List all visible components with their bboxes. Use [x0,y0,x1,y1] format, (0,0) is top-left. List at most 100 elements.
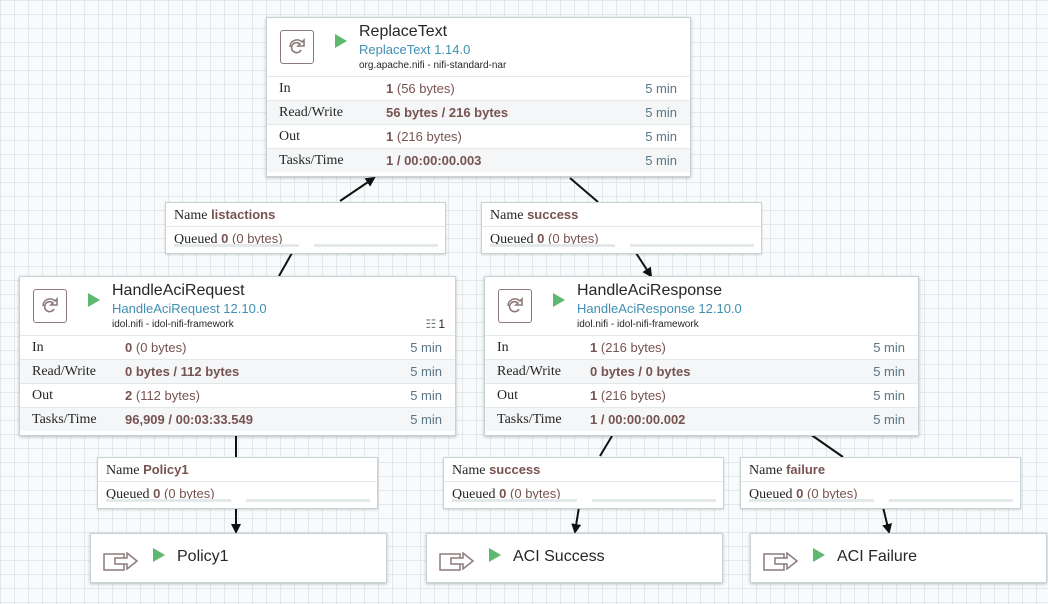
stat-time: 5 min [873,388,905,403]
connection-queued-row: Queued 0 (0 bytes) [166,226,445,250]
connection-label-success-top[interactable]: Name success Queued 0 (0 bytes) [481,202,762,254]
port-name: Policy1 [177,548,229,565]
stat-time: 5 min [410,340,442,355]
queue-bar-right [592,499,716,502]
stat-label: Read/Write [497,364,561,379]
cluster-badge[interactable]: ☷ 1 [426,317,445,331]
stat-time: 5 min [645,129,677,144]
port-name: ACI Failure [837,548,918,565]
processor-replacetext[interactable]: ReplaceText ReplaceText 1.14.0 org.apach… [266,17,691,177]
conn-name: failure [786,462,826,477]
edge-success-lower[interactable] [635,252,653,278]
stat-time: 5 min [410,388,442,403]
connection-name-row: Name failure [741,458,1020,481]
play-icon [153,548,165,562]
stat-row-tasks: Tasks/Time 1 / 00:00:00.002 5 min [485,407,918,431]
stat-row-in: In 1 (216 bytes) 5 min [485,335,918,359]
stat-row-out: Out 1 (216 bytes) 5 min [485,383,918,407]
connection-name-row: Name success [444,458,723,481]
connection-name-row: Name success [482,203,761,226]
stat-row-readwrite: Read/Write 0 bytes / 112 bytes 5 min [20,359,455,383]
stat-time: 5 min [873,364,905,379]
stat-row-in: In 0 (0 bytes) 5 min [20,335,455,359]
stat-label: In [279,81,291,96]
stat-time: 5 min [410,364,442,379]
connection-label-success-bottom[interactable]: Name success Queued 0 (0 bytes) [443,457,724,509]
connection-label-listactions[interactable]: Name listactions Queued 0 (0 bytes) [165,202,446,254]
edge-success-upper[interactable] [569,177,599,203]
stat-row-out: Out 1 (216 bytes) 5 min [267,124,690,148]
queue-bar-left [174,244,299,247]
stat-value: 0 bytes / 0 bytes [590,364,691,379]
connection-label-failure[interactable]: Name failure Queued 0 (0 bytes) [740,457,1021,509]
processor-handleacirequest[interactable]: HandleAciRequest HandleAciRequest 12.10.… [19,276,456,436]
edge-listactions-upper[interactable] [339,176,376,202]
play-icon [489,548,501,562]
play-icon [335,34,347,48]
output-port-policy1[interactable]: Policy1 [90,533,387,583]
queue-bar-right [630,244,754,247]
output-port-aci-success[interactable]: ACI Success [426,533,723,583]
stat-value: 1 / 00:00:00.002 [590,412,686,427]
stat-time: 5 min [873,340,905,355]
queue-bar-right [246,499,370,502]
stat-value: 0 bytes / 112 bytes [125,364,240,379]
processor-header: HandleAciRequest HandleAciRequest 12.10.… [20,277,455,335]
stat-label: Tasks/Time [497,412,562,427]
edge-aci-success-lower[interactable] [571,506,582,534]
processor-type: ReplaceText 1.14.0 [359,42,471,57]
edge-aci-success-upper[interactable] [599,435,613,457]
output-port-aci-failure[interactable]: ACI Failure [750,533,1047,583]
queue-bar-left [749,499,874,502]
processor-icon [33,289,67,323]
edge-aci-failure-upper[interactable] [809,433,844,458]
connection-queued-row: Queued 0 (0 bytes) [444,481,723,505]
stat-value: 1 (216 bytes) [590,340,666,355]
stat-time: 5 min [645,105,677,120]
connection-label-policy1[interactable]: Name Policy1 Queued 0 (0 bytes) [97,457,378,509]
stat-label: Out [32,388,53,403]
conn-key: Name [452,463,486,478]
stat-label: Tasks/Time [279,153,344,168]
play-icon [88,293,100,307]
processor-bundle: idol.nifi - idol-nifi-framework [577,319,699,330]
stat-value: 0 (0 bytes) [125,340,187,355]
stat-time: 5 min [645,81,677,96]
processor-name: HandleAciResponse [577,282,722,299]
connection-queued-row: Queued 0 (0 bytes) [741,481,1020,505]
edge-aci-failure-lower[interactable] [882,506,892,534]
processor-type: HandleAciRequest 12.10.0 [112,301,267,316]
stat-time: 5 min [410,412,442,427]
conn-key: Name [106,463,140,478]
processor-name: HandleAciRequest [112,282,245,299]
queue-bar-right [889,499,1013,502]
processor-icon [280,30,314,64]
stat-label: In [497,340,509,355]
connection-name-row: Name Policy1 [98,458,377,481]
conn-name: success [527,207,579,222]
queue-bar-left [452,499,577,502]
stat-label: Read/Write [279,105,343,120]
stat-value: 1 / 00:00:00.003 [386,153,482,168]
stat-value: 96,909 / 00:03:33.549 [125,412,253,427]
edge-listactions-lower[interactable] [278,252,293,277]
stat-time: 5 min [873,412,905,427]
processor-header: ReplaceText ReplaceText 1.14.0 org.apach… [267,18,690,76]
stat-row-out: Out 2 (112 bytes) 5 min [20,383,455,407]
cluster-icon: ☷ [425,317,437,331]
stat-row-readwrite: Read/Write 0 bytes / 0 bytes 5 min [485,359,918,383]
stat-value: 1 (56 bytes) [386,81,455,96]
connection-name-row: Name listactions [166,203,445,226]
port-name: ACI Success [513,548,605,565]
conn-key: Name [174,208,208,223]
stat-time: 5 min [645,153,677,168]
connection-queued-row: Queued 0 (0 bytes) [482,226,761,250]
queue-bar-right [314,244,438,247]
stat-label: Tasks/Time [32,412,97,427]
processor-handleaciresponse[interactable]: HandleAciResponse HandleAciResponse 12.1… [484,276,919,436]
processor-bundle: idol.nifi - idol-nifi-framework [112,319,234,330]
stat-row-in: In 1 (56 bytes) 5 min [267,76,690,100]
processor-type: HandleAciResponse 12.10.0 [577,301,742,316]
processor-icon [498,289,532,323]
conn-key: Name [749,463,783,478]
